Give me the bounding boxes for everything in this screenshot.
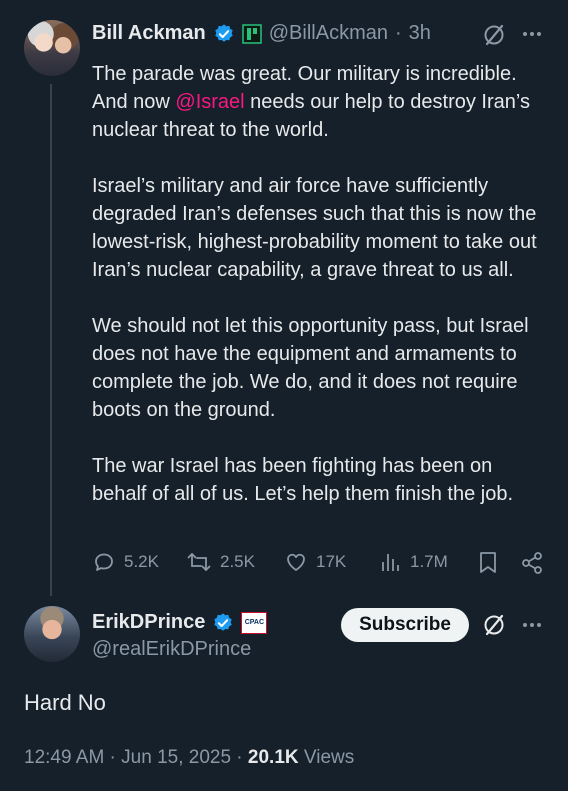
tweet-paragraph: We should not let this opportunity pass,… (92, 315, 529, 421)
views-button[interactable]: 1.7M (380, 550, 448, 574)
tweet-header: ErikDPrince CPAC (92, 611, 268, 634)
affiliation-badge-icon (242, 23, 262, 44)
views-count: 1.7M (410, 552, 448, 571)
more-options-icon[interactable] (522, 621, 542, 629)
tweet-paragraph: Israel’s military and air force have suf… (92, 175, 537, 281)
repost-count: 2.5K (220, 552, 255, 571)
author-handle[interactable]: @BillAckman (269, 22, 388, 45)
post-time[interactable]: 3h (409, 22, 431, 45)
like-button[interactable]: 17K (284, 550, 346, 574)
like-count: 17K (316, 552, 347, 571)
grok-icon[interactable] (482, 23, 506, 47)
views-count: 20.1K (247, 747, 299, 768)
repost-icon (187, 553, 211, 571)
tweet-text: Hard No (24, 690, 106, 715)
bookmark-icon[interactable] (478, 551, 498, 575)
more-options-icon[interactable] (522, 30, 542, 38)
author-name[interactable]: Bill Ackman (92, 22, 206, 45)
thread-connector (50, 84, 52, 596)
timestamp[interactable]: 12:49 AM · Jun 15, 2025 · (24, 747, 243, 768)
repost-button[interactable]: 2.5K (186, 550, 255, 574)
tweet-paragraph: The war Israel has been fighting has bee… (92, 455, 514, 505)
affiliation-badge-label: CPAC (244, 619, 265, 626)
reply-count: 5.2K (124, 552, 159, 571)
grok-icon[interactable] (482, 613, 506, 637)
separator-dot: · (394, 22, 402, 44)
mention-link[interactable]: @Israel (175, 91, 244, 113)
verified-badge-icon (215, 23, 233, 42)
heart-icon (287, 553, 305, 571)
reply-button[interactable]: 5.2K (92, 550, 159, 574)
author-handle[interactable]: @realErikDPrince (92, 638, 251, 661)
tweet-header: Bill Ackman @BillAckman · 3h (92, 22, 431, 45)
reply-icon (95, 553, 113, 571)
affiliation-badge: CPAC (241, 611, 268, 634)
share-icon[interactable] (520, 551, 544, 575)
avatar[interactable] (24, 606, 80, 662)
subscribe-button[interactable]: Subscribe (341, 608, 469, 642)
analytics-icon (382, 554, 399, 571)
tweet-body: The parade was great. Our military is in… (92, 60, 552, 508)
tweet-paragraph: The parade was great. Our military is in… (92, 60, 552, 144)
avatar[interactable] (24, 20, 80, 76)
author-name[interactable]: ErikDPrince (92, 611, 205, 634)
views-label: Views (303, 747, 355, 768)
verified-badge-icon (214, 612, 233, 631)
tweet-meta: 12:49 AM · Jun 15, 2025 · 20.1K Views (24, 747, 354, 769)
